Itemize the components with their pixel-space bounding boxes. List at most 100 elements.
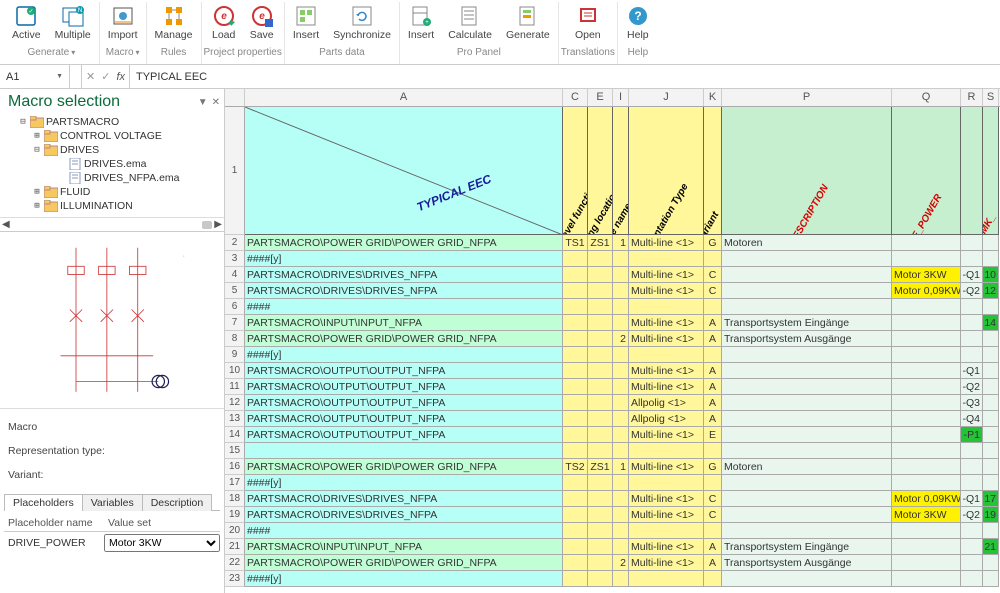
cell-I[interactable] bbox=[613, 363, 629, 379]
row-18-header[interactable]: 18 bbox=[225, 491, 245, 507]
cell-S[interactable]: 14 bbox=[983, 315, 999, 331]
placeholder-value-select[interactable]: Motor 3KW bbox=[104, 534, 220, 552]
cell-J[interactable] bbox=[629, 475, 704, 491]
cell-Q[interactable] bbox=[892, 235, 961, 251]
row-1-header[interactable]: 1 bbox=[225, 107, 245, 235]
cell-S[interactable] bbox=[983, 299, 999, 315]
cell-K[interactable]: A bbox=[704, 395, 722, 411]
multiple-button[interactable]: NMultiple bbox=[49, 2, 97, 43]
row-12-header[interactable]: 12 bbox=[225, 395, 245, 411]
cell-Q[interactable] bbox=[892, 427, 961, 443]
row-16-header[interactable]: 16 bbox=[225, 459, 245, 475]
cell-K[interactable]: C bbox=[704, 507, 722, 523]
cell-C[interactable] bbox=[563, 283, 588, 299]
cell-K[interactable]: G bbox=[704, 235, 722, 251]
cell-S[interactable] bbox=[983, 555, 999, 571]
cell-E[interactable] bbox=[588, 523, 613, 539]
load-button[interactable]: eLoad bbox=[206, 2, 242, 43]
row-11-header[interactable]: 11 bbox=[225, 379, 245, 395]
cell-P[interactable]: Motoren bbox=[722, 235, 892, 251]
cell-A[interactable]: PARTSMACRO\DRIVES\DRIVES_NFPA bbox=[245, 491, 563, 507]
row-20-header[interactable]: 20 bbox=[225, 523, 245, 539]
cell-R[interactable]: -Q4 bbox=[961, 411, 983, 427]
scroll-left-icon[interactable]: ◀ bbox=[2, 219, 10, 230]
cell-C[interactable] bbox=[563, 267, 588, 283]
cell-R[interactable] bbox=[961, 459, 983, 475]
cell-K[interactable] bbox=[704, 251, 722, 267]
insert-parts-button[interactable]: Insert bbox=[287, 2, 325, 43]
cell-S[interactable] bbox=[983, 379, 999, 395]
cell-P[interactable]: Motoren bbox=[722, 459, 892, 475]
cell-A[interactable]: ####[y] bbox=[245, 475, 563, 491]
cell-I[interactable] bbox=[613, 571, 629, 587]
cell-R[interactable] bbox=[961, 523, 983, 539]
row-15-header[interactable]: 15 bbox=[225, 443, 245, 459]
tree-toggle-icon[interactable]: ⊞ bbox=[32, 201, 42, 211]
cell-Q[interactable] bbox=[892, 571, 961, 587]
cell-C[interactable] bbox=[563, 395, 588, 411]
cell-J[interactable] bbox=[629, 523, 704, 539]
cell-K[interactable]: A bbox=[704, 379, 722, 395]
manage-button[interactable]: Manage bbox=[149, 2, 199, 43]
cell-Q[interactable] bbox=[892, 331, 961, 347]
cell-C[interactable] bbox=[563, 363, 588, 379]
col-C-header[interactable]: C bbox=[563, 89, 588, 106]
cell-I[interactable] bbox=[613, 539, 629, 555]
cell-J[interactable]: Multi-line <1> bbox=[629, 427, 704, 443]
cell-I[interactable]: 1 bbox=[613, 459, 629, 475]
cancel-icon[interactable]: ✕ bbox=[86, 70, 95, 83]
cell-S[interactable] bbox=[983, 411, 999, 427]
cell-R[interactable]: -Q1 bbox=[961, 267, 983, 283]
label-cell-Q[interactable]: DRIVE_POWER bbox=[892, 107, 961, 235]
row-4-header[interactable]: 4 bbox=[225, 267, 245, 283]
cell-J[interactable]: Multi-line <1> bbox=[629, 283, 704, 299]
cell-R[interactable] bbox=[961, 443, 983, 459]
cell-J[interactable]: Multi-line <1> bbox=[629, 363, 704, 379]
cell-A[interactable]: ####[y] bbox=[245, 571, 563, 587]
cell-E[interactable] bbox=[588, 491, 613, 507]
cell-P[interactable] bbox=[722, 299, 892, 315]
cell-C[interactable]: TS2 bbox=[563, 459, 588, 475]
cell-K[interactable]: A bbox=[704, 539, 722, 555]
cell-C[interactable] bbox=[563, 251, 588, 267]
cell-I[interactable] bbox=[613, 491, 629, 507]
cell-S[interactable] bbox=[983, 235, 999, 251]
cell-E[interactable] bbox=[588, 283, 613, 299]
active-button[interactable]: ✓Active bbox=[6, 2, 47, 43]
tree-toggle-icon[interactable]: ⊟ bbox=[18, 117, 28, 127]
cell-I[interactable] bbox=[613, 299, 629, 315]
col-R-header[interactable]: R bbox=[961, 89, 983, 106]
cell-P[interactable]: Transportsystem Ausgänge bbox=[722, 331, 892, 347]
cell-Q[interactable] bbox=[892, 475, 961, 491]
cell-E[interactable] bbox=[588, 315, 613, 331]
cell-K[interactable]: A bbox=[704, 363, 722, 379]
cell-C[interactable] bbox=[563, 299, 588, 315]
cell-A[interactable]: PARTSMACRO\OUTPUT\OUTPUT_NFPA bbox=[245, 411, 563, 427]
cell-S[interactable]: 17 bbox=[983, 491, 999, 507]
cell-S[interactable]: 19 bbox=[983, 507, 999, 523]
cell-S[interactable]: 21 bbox=[983, 539, 999, 555]
cell-A[interactable]: PARTSMACRO\DRIVES\DRIVES_NFPA bbox=[245, 267, 563, 283]
row-5-header[interactable]: 5 bbox=[225, 283, 245, 299]
tree-toggle-icon[interactable]: ⊟ bbox=[32, 145, 42, 155]
cell-Q[interactable]: Motor 3KW bbox=[892, 507, 961, 523]
cell-J[interactable]: Multi-line <1> bbox=[629, 459, 704, 475]
cell-P[interactable] bbox=[722, 491, 892, 507]
cell-C[interactable] bbox=[563, 347, 588, 363]
cell-I[interactable]: 1 bbox=[613, 235, 629, 251]
cell-C[interactable] bbox=[563, 443, 588, 459]
cell-E[interactable] bbox=[588, 379, 613, 395]
cell-R[interactable] bbox=[961, 315, 983, 331]
row-7-header[interactable]: 7 bbox=[225, 315, 245, 331]
cell-S[interactable] bbox=[983, 251, 999, 267]
row-14-header[interactable]: 14 bbox=[225, 427, 245, 443]
label-cell-K[interactable]: Variant bbox=[704, 107, 722, 235]
cell-E[interactable] bbox=[588, 571, 613, 587]
accept-icon[interactable]: ✓ bbox=[101, 70, 110, 83]
cell-A[interactable]: PARTSMACRO\POWER GRID\POWER GRID_NFPA bbox=[245, 235, 563, 251]
cell-K[interactable]: A bbox=[704, 555, 722, 571]
col-J-header[interactable]: J bbox=[629, 89, 704, 106]
tree-toggle-icon[interactable]: ⊞ bbox=[32, 187, 42, 197]
cell-A[interactable]: PARTSMACRO\INPUT\INPUT_NFPA bbox=[245, 539, 563, 555]
tab-placeholders[interactable]: Placeholders bbox=[4, 494, 83, 511]
